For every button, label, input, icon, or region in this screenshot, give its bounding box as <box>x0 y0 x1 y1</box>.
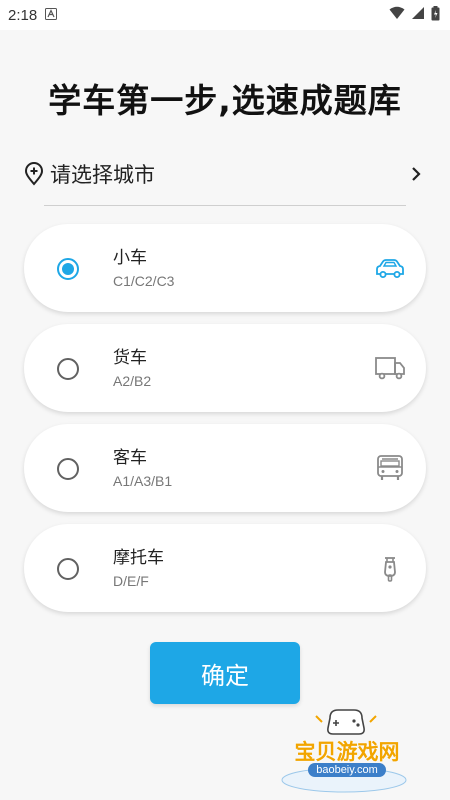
confirm-button[interactable]: 确定 <box>150 642 300 704</box>
scooter-icon <box>374 554 406 582</box>
option-name: 小车 <box>113 248 147 268</box>
option-text: 客车 A1/A3/B1 <box>113 447 172 491</box>
status-right <box>389 5 440 25</box>
option-motorcycle[interactable]: 摩托车 D/E/F <box>24 524 426 612</box>
option-licenses: D/E/F <box>113 573 149 589</box>
option-text: 货车 A2/B2 <box>113 347 151 391</box>
location-pin-icon <box>22 162 46 186</box>
option-name: 摩托车 <box>113 548 164 568</box>
truck-icon <box>374 354 406 382</box>
option-licenses: A2/B2 <box>113 373 152 389</box>
status-time: 2:18 <box>8 6 38 24</box>
watermark-url: baobeiy.com <box>272 763 422 777</box>
chevron-right-icon <box>408 166 424 182</box>
battery-icon <box>431 5 440 25</box>
option-licenses: C1/C2/C3 <box>113 273 175 289</box>
watermark-url-text: baobeiy.com <box>308 763 386 777</box>
city-selector-label: 请选择城市 <box>50 163 155 187</box>
bus-icon <box>374 454 406 482</box>
option-bus[interactable]: 客车 A1/A3/B1 <box>24 424 426 512</box>
option-car[interactable]: 小车 C1/C2/C3 <box>24 224 426 312</box>
divider <box>44 205 406 206</box>
app-a-icon <box>45 7 58 24</box>
radio-button[interactable] <box>57 358 79 380</box>
option-name: 货车 <box>113 348 147 368</box>
option-licenses: A1/A3/B1 <box>113 473 173 489</box>
wifi-icon <box>389 6 405 24</box>
city-selector[interactable]: 请选择城市 <box>22 152 430 196</box>
option-text: 摩托车 D/E/F <box>113 547 164 591</box>
page-title: 学车第一步,选速成题库 <box>48 81 402 120</box>
option-text: 小车 C1/C2/C3 <box>113 247 174 291</box>
status-bar: 2:18 <box>0 0 450 30</box>
status-left: 2:18 <box>8 6 58 24</box>
watermark-text: 宝贝游戏网 <box>294 740 400 764</box>
radio-button-selected[interactable] <box>57 258 79 280</box>
watermark: 宝贝游戏网 baobeiy.com <box>272 706 422 796</box>
car-icon <box>374 254 406 282</box>
radio-button[interactable] <box>57 558 79 580</box>
radio-button[interactable] <box>57 458 79 480</box>
option-truck[interactable]: 货车 A2/B2 <box>24 324 426 412</box>
cell-signal-icon <box>411 6 425 24</box>
option-name: 客车 <box>113 448 147 468</box>
